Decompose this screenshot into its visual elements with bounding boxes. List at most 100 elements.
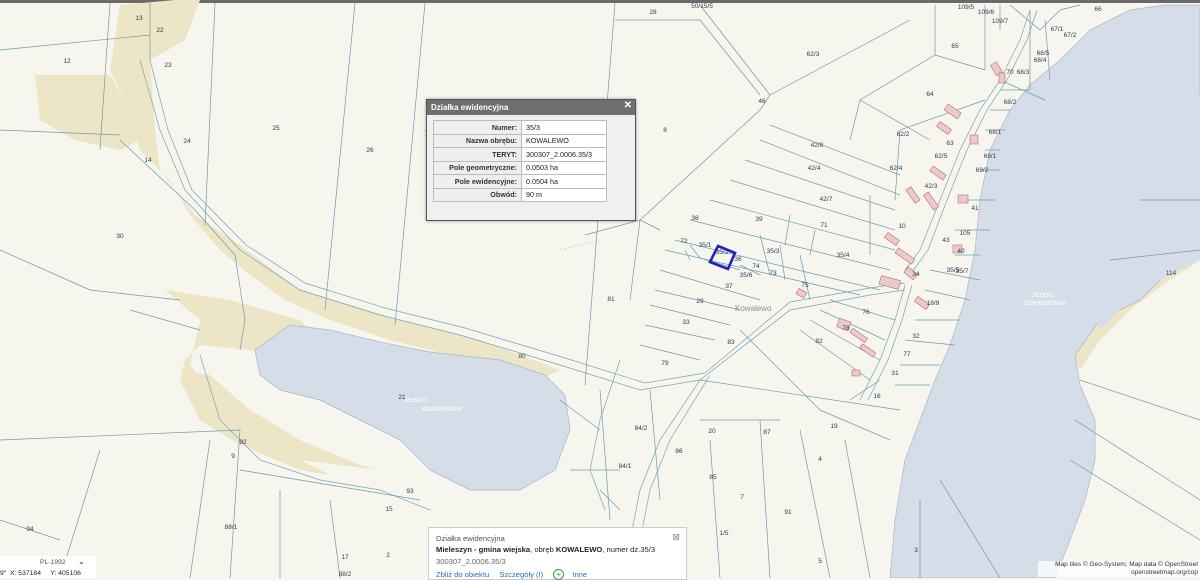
zoom-to-object-link[interactable]: Zbliż do obiektu <box>436 570 489 579</box>
popup-title: Działka ewidencyjna <box>427 100 635 115</box>
parcel-number-label: 2 <box>386 552 390 559</box>
parcel-number-label: 42/7 <box>820 196 833 203</box>
parcel-number-label: 70 <box>1006 69 1014 76</box>
info-precinct: KOWALEWO <box>555 545 603 554</box>
parcel-number-label: 65 <box>951 43 959 50</box>
parcel-number-label: 30 <box>116 233 124 240</box>
parcel-number-label: 67/2 <box>1064 32 1077 39</box>
parcel-number-label: 31 <box>891 370 899 377</box>
parcel-number-label: 79 <box>661 360 669 367</box>
plus-icon[interactable]: + <box>553 569 565 580</box>
close-icon[interactable]: ✕ <box>624 100 632 111</box>
parcel-number-label: 13 <box>135 15 143 22</box>
parcel-number-label: 35/4 <box>837 252 850 259</box>
parcel-number-label: 8 <box>663 127 667 134</box>
parcel-number-label: 32 <box>912 333 920 340</box>
parcel-number-label: 5 <box>818 558 822 565</box>
parcel-number-label: 12 <box>63 58 71 65</box>
parcel-number-label: 23 <box>164 62 172 69</box>
parcel-number-label: 69/2 <box>976 167 989 174</box>
road-label: Kowalewo <box>735 304 772 313</box>
coord-prefix: 9" <box>0 570 7 577</box>
other-link[interactable]: Inne <box>572 570 587 579</box>
row-label: Numer: <box>433 120 522 135</box>
attribution-line-2: openstreetmap.org/cop <box>1131 569 1198 576</box>
map-canvas[interactable]: Kowalewo Jezioro Kowalewskie Jezioro Dzi… <box>0 0 1200 578</box>
lake-west-label-1: Jezioro <box>404 397 427 404</box>
table-row: Nazwa obrębu: KOWALEWO <box>433 133 607 148</box>
parcel-number-label: 46 <box>758 98 766 105</box>
parcel-number-label: 88/2 <box>339 571 352 578</box>
parcel-number-label: 64 <box>926 91 934 98</box>
info-municipality: Mieleszyn - gmina wiejska <box>436 545 531 554</box>
parcel-number-label: 25 <box>272 125 280 132</box>
parcel-number-label: 80 <box>518 353 526 360</box>
row-value: 90 m <box>521 187 607 202</box>
parcel-number-label: 43 <box>942 237 950 244</box>
parcel-number-label: 87 <box>763 429 771 436</box>
parcel-number-label: 71 <box>820 222 828 229</box>
row-value: 0.0503 ha <box>521 160 607 175</box>
parcel-number-label: 66 <box>1094 6 1102 13</box>
details-link[interactable]: Szczegóły (I) <box>499 570 543 579</box>
parcel-number-label: 39 <box>755 216 763 223</box>
x-label: X: <box>9 570 17 577</box>
parcel-number-label: 41 <box>971 205 979 212</box>
parcel-number-label: 42/4 <box>808 165 821 172</box>
parcel-number-label: 74 <box>752 263 760 270</box>
row-label: Obwód: <box>433 187 522 202</box>
parcel-number-label: 42/3 <box>925 183 938 190</box>
table-row: Pole ewidencyjne: 0.0504 ha <box>433 174 607 189</box>
parcel-number-label: 20 <box>708 428 716 435</box>
info-description: Mieleszyn - gmina wiejska, obręb KOWALEW… <box>436 545 655 554</box>
row-value: 35/3 <box>521 120 607 135</box>
table-row: Numer: 35/3 <box>433 120 607 135</box>
parcel-number-label: 21 <box>398 394 406 401</box>
close-icon[interactable]: ⊠ <box>672 532 680 543</box>
chevron-down-icon[interactable]: ⌄ <box>78 557 85 566</box>
coordinate-panel: PL-1992 ⌄ 9" X: 537184 Y: 405106 <box>0 556 96 578</box>
info-sep: , obręb <box>530 545 556 554</box>
parcel-number-label: 84/2 <box>635 425 648 432</box>
map-attribution: Map tiles © Geo-System; Map data © OpenS… <box>1038 561 1200 577</box>
parcel-number-label: 105 <box>960 230 971 237</box>
parcel-number-label: 69/1 <box>984 153 997 160</box>
parcel-number-label: 81 <box>607 296 615 303</box>
lake-west-label-2: Kowalewskie <box>422 406 463 413</box>
parcel-number-label: 36 <box>734 256 742 263</box>
parcel-number-label: 109/6 <box>978 9 995 16</box>
crs-select[interactable]: PL-1992 <box>40 559 66 566</box>
info-links: Zbliż do obiektu Szczegóły (I) + Inne <box>436 569 595 580</box>
parcel-number-label: 62/2 <box>897 131 910 138</box>
parcel-number-label: 40 <box>957 248 965 255</box>
parcel-number-label: 28 <box>649 9 657 16</box>
parcel-number-label: 88/1 <box>225 524 238 531</box>
parcel-number-label: 82 <box>815 338 823 345</box>
parcel-number-label: 29 <box>696 298 704 305</box>
parcel-number-label: 83 <box>727 339 735 346</box>
parcel-attributes-table: Numer: 35/3 Nazwa obrębu: KOWALEWO TERYT: 3… <box>433 120 607 202</box>
parcel-number-label: 77 <box>903 351 911 358</box>
parcel-number-label: 50/15/5 <box>691 3 713 10</box>
parcel-number-label: 68/2 <box>1004 99 1017 106</box>
parcel-number-label: 62/5 <box>935 153 948 160</box>
parcel-number-label: 19 <box>830 423 838 430</box>
parcel-number-label: 68/4 <box>1034 57 1047 64</box>
parcel-number-label: 73 <box>769 270 777 277</box>
parcel-number-label: 68/1 <box>989 129 1002 136</box>
map-layer: Kowalewo Jezioro Kowalewskie Jezioro Dzi… <box>0 0 1200 578</box>
parcel-number-label: 1/5 <box>719 530 728 537</box>
parcel-number-label: 35/2 <box>716 249 729 256</box>
parcel-number-label: 35/7 <box>956 268 969 275</box>
parcel-number-label: 22 <box>156 27 164 34</box>
parcel-number-label: 109/7 <box>992 18 1009 25</box>
attribution-line-1: Map tiles © Geo-System; Map data © OpenS… <box>1055 561 1198 568</box>
row-value: 300307_2.0006.35/3 <box>521 147 607 162</box>
parcel-number-label: 92 <box>239 439 247 446</box>
parcel-number-label: 24 <box>183 138 191 145</box>
parcel-number-label: 76 <box>862 309 870 316</box>
parcel-number-label: 94 <box>26 526 34 533</box>
parcel-number-label: 26 <box>366 147 374 154</box>
parcel-number-label: 16 <box>873 393 881 400</box>
parcel-number-label: 86 <box>675 448 683 455</box>
